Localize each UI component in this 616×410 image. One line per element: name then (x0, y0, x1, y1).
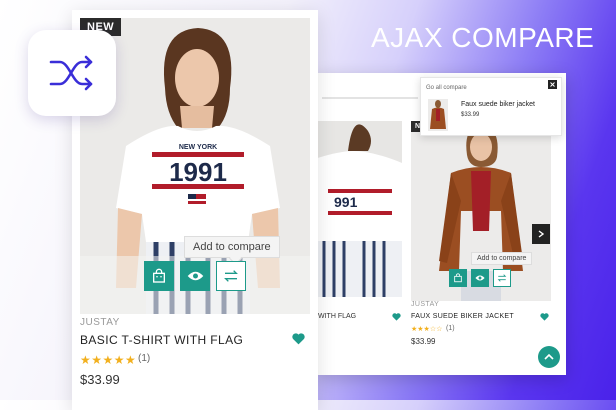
product-actions (144, 261, 246, 291)
compare-product-price: $33.99 (461, 112, 480, 118)
quick-view-button[interactable] (180, 261, 210, 291)
heart-icon[interactable] (292, 333, 305, 345)
heart-icon[interactable] (392, 313, 401, 321)
compare-arrows-icon (224, 270, 238, 282)
compare-popup: Go all compare Faux suede biker jacket $… (420, 77, 562, 136)
bag-icon (153, 268, 165, 283)
compare-button[interactable] (493, 269, 511, 287)
vendor-label: JUSTAY (411, 301, 440, 308)
chevron-up-icon (544, 354, 554, 360)
product-price: $33.99 (411, 337, 436, 346)
shuffle-icon (49, 55, 93, 91)
shirt-print-year: 1991 (169, 157, 227, 187)
eye-icon (475, 275, 485, 281)
eye-icon (187, 271, 203, 281)
compare-arrows-icon (497, 274, 507, 282)
go-all-compare-link[interactable]: Go all compare (426, 85, 467, 91)
rating-stars: ★★★☆☆ (411, 326, 443, 333)
compare-button[interactable] (216, 261, 246, 291)
chevron-right-icon (538, 230, 544, 238)
product-image-tshirt-small[interactable]: 991 (318, 121, 402, 297)
review-count: (1) (446, 325, 455, 332)
product-actions (449, 269, 511, 287)
add-to-compare-tooltip: Add to compare (471, 252, 533, 265)
scroll-to-top-button[interactable] (538, 346, 560, 368)
close-button[interactable] (548, 80, 557, 89)
rating-stars: ★★★★★ (80, 353, 137, 367)
compare-product-thumbnail[interactable] (428, 99, 448, 131)
vendor-label: JUSTAY (80, 317, 120, 328)
page-title: AJAX COMPARE (371, 22, 595, 53)
add-to-cart-button[interactable] (449, 269, 467, 287)
divider (322, 97, 418, 99)
heart-icon[interactable] (540, 313, 549, 321)
compare-app-tile (28, 30, 116, 116)
quick-view-button[interactable] (471, 269, 489, 287)
add-to-cart-button[interactable] (144, 261, 174, 291)
product-name[interactable]: FAUX SUEDE BIKER JACKET (411, 313, 514, 320)
bag-icon (454, 273, 462, 283)
svg-text:991: 991 (334, 194, 358, 210)
shirt-print-city: NEW YORK (179, 144, 217, 151)
add-to-compare-tooltip: Add to compare (184, 236, 280, 258)
close-icon (550, 82, 555, 87)
product-price: $33.99 (80, 372, 120, 387)
product-name[interactable]: WITH FLAG (318, 313, 356, 320)
next-arrow-button[interactable] (532, 224, 550, 244)
review-count: (1) (138, 353, 151, 364)
product-name[interactable]: BASIC T-SHIRT WITH FLAG (80, 333, 243, 347)
compare-product-name[interactable]: Faux suede biker jacket (461, 101, 535, 108)
